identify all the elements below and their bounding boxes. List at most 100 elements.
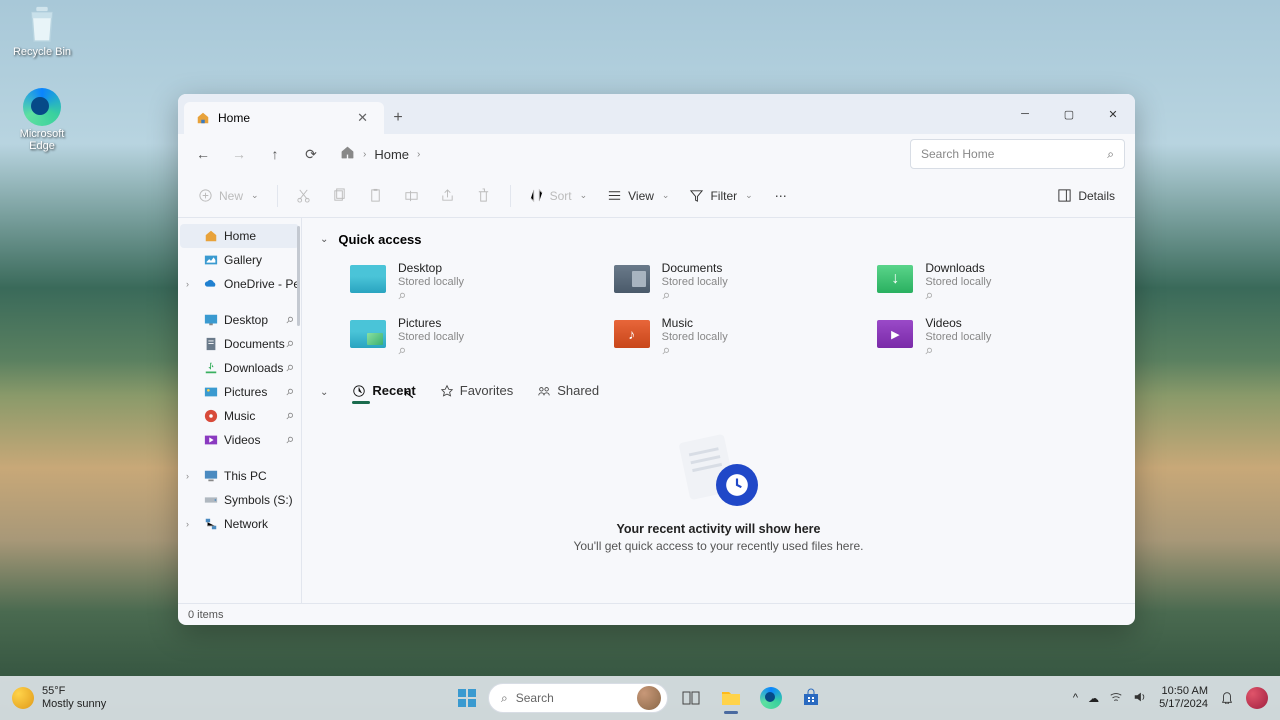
pin-icon: ⚲ (283, 410, 295, 422)
breadcrumb-home[interactable]: Home (374, 147, 409, 162)
up-button[interactable]: ↑ (260, 139, 290, 169)
microsoft-edge[interactable]: Microsoft Edge (6, 88, 78, 152)
copy-button[interactable] (324, 183, 356, 208)
sidebar-item-desktop[interactable]: Desktop ⚲ (180, 308, 299, 332)
sidebar-item-symbols[interactable]: Symbols (S:) (180, 488, 299, 512)
sun-icon (12, 687, 34, 709)
pin-icon: ⚲ (659, 345, 671, 357)
wifi-icon[interactable] (1109, 690, 1123, 707)
network-icon (204, 517, 218, 531)
taskbar-clock[interactable]: 10:50 AM 5/17/2024 (1159, 685, 1208, 710)
folder-icon (877, 320, 913, 348)
sidebar-item-home[interactable]: Home (180, 224, 299, 248)
quick-access-music[interactable]: Music Stored locally ⚲ (610, 310, 854, 363)
recycle-bin[interactable]: Recycle Bin (6, 4, 78, 58)
tab-close-button[interactable]: ✕ (353, 108, 372, 128)
tab-recent[interactable]: Recent (352, 383, 415, 402)
rename-button[interactable] (396, 183, 428, 208)
pc-icon (204, 469, 218, 483)
chevron-right-icon: › (417, 149, 420, 160)
taskbar-search[interactable]: ⌕ Search (488, 683, 668, 713)
sidebar-item-onedrive[interactable]: › OneDrive - Perso (180, 272, 299, 296)
file-explorer-window: Home ✕ + ─ ▢ ✕ ← → ↑ ⟳ › Home › Search H… (178, 94, 1135, 625)
back-button[interactable]: ← (188, 139, 218, 169)
share-button[interactable] (432, 183, 464, 208)
item-count: 0 items (188, 609, 223, 621)
chevron-down-icon[interactable]: ⌄ (320, 387, 328, 398)
account-icon[interactable] (1246, 687, 1268, 709)
taskbar-store[interactable] (794, 681, 828, 715)
quick-access-downloads[interactable]: Downloads Stored locally ⚲ (873, 255, 1117, 308)
volume-icon[interactable] (1133, 690, 1147, 707)
details-button[interactable]: Details (1049, 183, 1123, 208)
sidebar-item-documents[interactable]: Documents ⚲ (180, 332, 299, 356)
sidebar-item-downloads[interactable]: Downloads ⚲ (180, 356, 299, 380)
tab-favorites[interactable]: Favorites (440, 383, 513, 402)
quick-access-videos[interactable]: Videos Stored locally ⚲ (873, 310, 1117, 363)
more-button[interactable]: ⋯ (765, 184, 797, 208)
search-input[interactable]: Search Home ⌕ (910, 139, 1125, 169)
desktop-icon (204, 313, 218, 327)
close-button[interactable]: ✕ (1091, 94, 1135, 134)
gallery-icon (204, 253, 218, 267)
quick-access-pictures[interactable]: Pictures Stored locally ⚲ (346, 310, 590, 363)
tab-home[interactable]: Home ✕ (184, 102, 384, 134)
recycle-bin-icon (22, 4, 62, 44)
home-icon (204, 229, 218, 243)
home-icon (340, 145, 355, 163)
content-pane: ⌄ Quick access Desktop Stored locally ⚲ (302, 218, 1135, 603)
sidebar-item-pictures[interactable]: Pictures ⚲ (180, 380, 299, 404)
pin-icon: ⚲ (283, 362, 295, 374)
tab-shared[interactable]: Shared (537, 383, 599, 402)
chevron-up-icon[interactable]: ^ (1073, 692, 1078, 704)
filter-button[interactable]: Filter⌄ (681, 183, 760, 208)
sidebar-item-network[interactable]: › Network (180, 512, 299, 536)
taskbar-edge[interactable] (754, 681, 788, 715)
onedrive-tray-icon[interactable]: ☁ (1088, 692, 1099, 705)
quick-access-documents[interactable]: Documents Stored locally ⚲ (610, 255, 854, 308)
delete-button[interactable] (468, 183, 500, 208)
recycle-bin-label: Recycle Bin (13, 46, 71, 58)
sidebar-item-thispc[interactable]: › This PC (180, 464, 299, 488)
chevron-right-icon: › (186, 279, 189, 289)
status-bar: 0 items (178, 603, 1135, 625)
sidebar-item-gallery[interactable]: Gallery (180, 248, 299, 272)
notifications-icon[interactable] (1220, 690, 1234, 707)
pin-icon: ⚲ (395, 290, 407, 302)
pictures-icon (204, 385, 218, 399)
pin-icon: ⚲ (283, 434, 295, 446)
sort-button[interactable]: Sort⌄ (521, 183, 596, 208)
pin-icon: ⚲ (922, 345, 934, 357)
folder-icon (350, 265, 386, 293)
chevron-right-icon: › (363, 149, 366, 160)
quick-access-header[interactable]: ⌄ Quick access (320, 228, 1117, 255)
empty-state: Your recent activity will show here You'… (320, 406, 1117, 573)
forward-button[interactable]: → (224, 139, 254, 169)
start-button[interactable] (452, 683, 482, 713)
quick-access-desktop[interactable]: Desktop Stored locally ⚲ (346, 255, 590, 308)
task-view-button[interactable] (674, 681, 708, 715)
sidebar-item-music[interactable]: Music ⚲ (180, 404, 299, 428)
empty-illustration (674, 438, 764, 508)
chevron-down-icon[interactable]: ⌄ (320, 234, 328, 245)
downloads-icon (204, 361, 218, 375)
search-placeholder: Search Home (921, 147, 994, 161)
breadcrumb[interactable]: › Home › (332, 139, 904, 169)
pin-icon: ⚲ (922, 290, 934, 302)
chevron-right-icon: › (186, 471, 189, 481)
pin-icon: ⚲ (283, 338, 295, 350)
view-button[interactable]: View⌄ (599, 183, 677, 208)
weather-widget[interactable]: 55°F Mostly sunny (12, 685, 232, 710)
system-tray[interactable]: ^ ☁ (1073, 690, 1147, 707)
new-button[interactable]: New⌄ (190, 183, 267, 208)
maximize-button[interactable]: ▢ (1047, 94, 1091, 134)
new-tab-button[interactable]: + (384, 102, 412, 134)
refresh-button[interactable]: ⟳ (296, 139, 326, 169)
sidebar-item-videos[interactable]: Videos ⚲ (180, 428, 299, 452)
cut-button[interactable] (288, 183, 320, 208)
folder-icon (614, 265, 650, 293)
taskbar-file-explorer[interactable] (714, 681, 748, 715)
paste-button[interactable] (360, 183, 392, 208)
navigation-pane: Home Gallery › OneDrive - Perso Desktop … (178, 218, 302, 603)
minimize-button[interactable]: ─ (1003, 94, 1047, 134)
